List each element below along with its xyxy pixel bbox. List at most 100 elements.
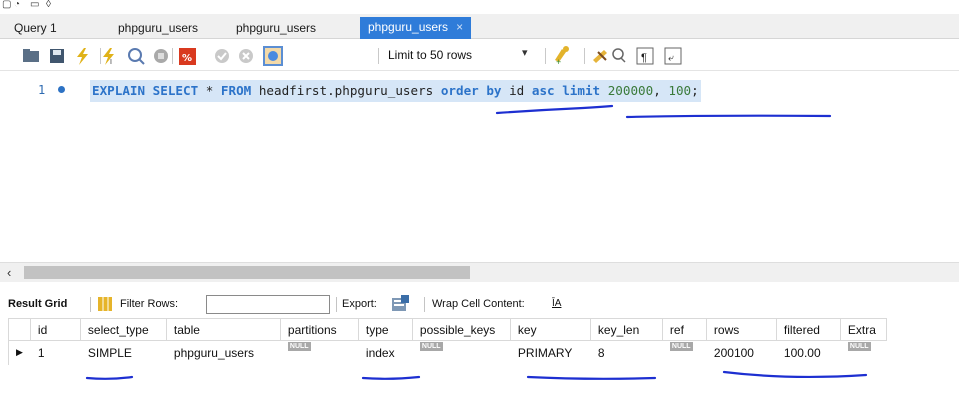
limit-rows-select[interactable]: Limit to 50 rows	[388, 48, 472, 62]
sql-token: headfirst.phpguru_users	[251, 83, 441, 98]
column-header-ref[interactable]: ref	[661, 318, 707, 341]
result-grid: id select_type table partitions type possible…	[8, 318, 887, 365]
new-tab-icon[interactable]: ▢	[2, 0, 11, 10]
wrap-cell-label: Wrap Cell Content:	[432, 298, 525, 310]
sql-token: id	[501, 83, 532, 98]
null-badge: NULL	[669, 341, 693, 351]
cell-key[interactable]: PRIMARY	[510, 340, 591, 365]
execute-current-icon[interactable]: I	[103, 48, 114, 66]
find-icon[interactable]	[593, 50, 607, 63]
column-header-type[interactable]: type	[357, 318, 413, 341]
grid-layout-icon[interactable]	[98, 297, 112, 311]
sql-token: limit	[562, 83, 601, 98]
toggle-output-icon[interactable]: %	[179, 48, 196, 65]
close-tab-icon[interactable]: ×	[456, 20, 463, 34]
result-grid-label[interactable]: Result Grid	[8, 298, 67, 310]
statement-marker-icon	[58, 86, 65, 93]
query-tab-bar: Query 1 phpguru_users phpguru_users phpg…	[0, 14, 959, 39]
rollback-icon[interactable]	[239, 49, 253, 63]
save-script-icon[interactable]: ▭	[30, 0, 39, 10]
chevron-down-icon[interactable]: ▾	[522, 46, 528, 59]
tab-phpguru-users-active[interactable]: phpguru_users ×	[360, 17, 472, 39]
editor-horizontal-scrollbar[interactable]: ‹	[0, 262, 959, 282]
save-icon[interactable]	[50, 49, 64, 63]
sql-token: 100	[668, 83, 692, 98]
sql-token: FROM	[220, 83, 252, 98]
execute-icon[interactable]	[77, 48, 88, 65]
grid-header-row: id select_type table partitions type possible…	[8, 318, 887, 341]
tab-query-1[interactable]: Query 1	[6, 18, 65, 39]
sql-token: 200000	[607, 83, 654, 98]
explain-icon[interactable]	[128, 48, 145, 65]
sql-editor-toolbar: I % + ¶ ⤶ Limit to 50 rows ▾	[0, 40, 959, 71]
autocommit-icon[interactable]	[263, 46, 283, 66]
reconnect-icon[interactable]: ◊	[46, 0, 51, 10]
sql-editor[interactable]: 1 EXPLAIN SELECT * FROM headfirst.phpgur…	[0, 72, 959, 262]
svg-text:+: +	[556, 57, 561, 67]
row-selector-icon[interactable]: ▶	[8, 340, 31, 365]
null-badge: NULL	[287, 341, 311, 351]
sql-token: order	[440, 83, 479, 98]
stop-icon[interactable]	[154, 49, 168, 63]
wrap-icon[interactable]: ⤶	[664, 47, 682, 65]
editor-gutter: 1	[0, 72, 82, 262]
svg-text:I: I	[110, 59, 112, 66]
sql-token: SELECT	[152, 83, 199, 98]
sql-token: *	[198, 83, 221, 98]
menu-strip: ▢ ◔ ▭ ◊	[0, 0, 959, 14]
line-number: 1	[38, 83, 46, 97]
null-badge: NULL	[847, 341, 871, 351]
filter-rows-input[interactable]	[206, 295, 330, 314]
sql-token: ,	[653, 83, 669, 98]
scrollbar-thumb[interactable]	[24, 266, 470, 279]
row-marker-header	[8, 318, 31, 341]
tab-phpguru-users-1[interactable]: phpguru_users	[110, 18, 206, 39]
export-label: Export:	[342, 298, 377, 310]
table-row[interactable]: ▶ 1 SIMPLE phpguru_users NULL index NULL PRIMAR…	[8, 340, 887, 365]
folder-icon[interactable]	[23, 49, 39, 62]
sql-token: ;	[691, 83, 699, 98]
column-header-id[interactable]: id	[29, 318, 81, 341]
null-badge: NULL	[419, 341, 443, 351]
column-header-select-type[interactable]: select_type	[79, 318, 167, 341]
svg-text:¶: ¶	[641, 52, 647, 64]
column-header-key[interactable]: key	[509, 318, 591, 341]
sql-statement[interactable]: EXPLAIN SELECT * FROM headfirst.phpguru_…	[90, 80, 701, 102]
cell-filtered[interactable]: 100.00	[776, 340, 841, 365]
cell-id[interactable]: 1	[30, 340, 81, 365]
column-header-table[interactable]: table	[165, 318, 281, 341]
column-header-possible-keys[interactable]: possible_keys	[411, 318, 511, 341]
cell-extra[interactable]: NULL	[840, 340, 887, 365]
column-header-extra[interactable]: Extra	[839, 318, 887, 341]
cell-type[interactable]: index	[358, 340, 413, 365]
cell-key-len[interactable]: 8	[590, 340, 663, 365]
cell-ref[interactable]: NULL	[662, 340, 707, 365]
cell-partitions[interactable]: NULL	[280, 340, 359, 365]
column-header-partitions[interactable]: partitions	[279, 318, 359, 341]
cell-table[interactable]: phpguru_users	[166, 340, 281, 365]
commit-icon[interactable]	[215, 49, 229, 63]
column-header-key-len[interactable]: key_len	[589, 318, 663, 341]
cell-select-type[interactable]: SIMPLE	[80, 340, 167, 365]
sql-token: EXPLAIN	[92, 83, 146, 98]
sql-token: by	[486, 83, 502, 98]
wrap-cell-icon[interactable]: ĪA	[552, 298, 561, 309]
open-script-icon[interactable]: ◔	[14, 0, 20, 10]
scroll-left-icon[interactable]: ‹	[7, 265, 11, 280]
result-grid-toolbar: Result Grid Filter Rows: Export: Wrap Ce…	[0, 292, 959, 316]
column-header-rows[interactable]: rows	[705, 318, 777, 341]
column-header-filtered[interactable]: filtered	[775, 318, 841, 341]
zoom-icon[interactable]	[612, 48, 626, 63]
cell-possible-keys[interactable]: NULL	[412, 340, 511, 365]
filter-rows-label: Filter Rows:	[120, 298, 179, 310]
svg-text:%: %	[182, 53, 192, 64]
tab-phpguru-users-2[interactable]: phpguru_users	[228, 18, 324, 39]
invisibles-icon[interactable]: ¶	[636, 47, 654, 65]
cell-rows[interactable]: 200100	[706, 340, 777, 365]
svg-text:⤶: ⤶	[668, 53, 674, 64]
sql-token: asc	[531, 83, 555, 98]
export-icon[interactable]	[392, 295, 410, 313]
beautify-icon[interactable]: +	[555, 46, 569, 67]
